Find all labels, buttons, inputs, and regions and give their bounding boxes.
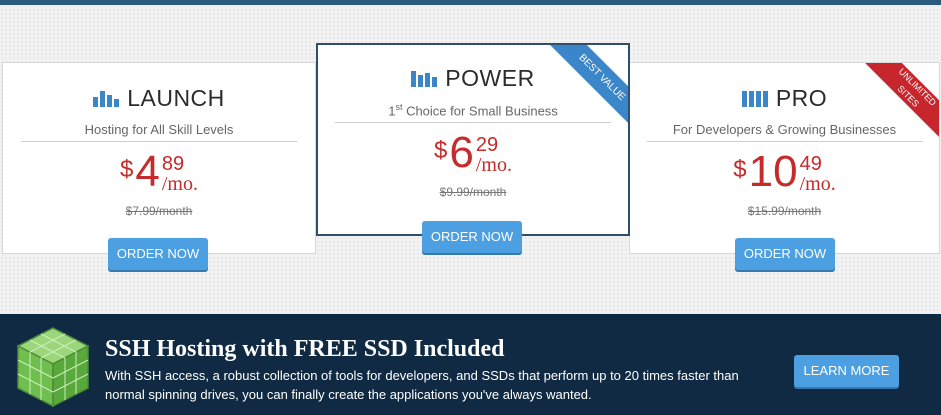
divider — [646, 141, 923, 142]
price: $ 6 29 /mo. — [318, 128, 628, 178]
price-currency: $ — [434, 137, 448, 165]
plan-card-power: POWER 1st Choice for Small Business $ 6 … — [316, 43, 630, 236]
old-price: $9.99/month — [439, 185, 507, 200]
plan-card-launch: LAUNCH Hosting for All Skill Levels $ 4 … — [2, 62, 316, 254]
price-whole: 10 — [748, 147, 798, 196]
price-period: /mo. — [475, 154, 512, 177]
plan-name: PRO — [775, 85, 828, 111]
price-period: /mo. — [799, 173, 836, 195]
bar-chart-icon — [411, 70, 438, 87]
order-now-button-pro[interactable]: ORDER NOW — [735, 238, 835, 270]
plan-card-pro: PRO For Developers & Growing Businesses … — [629, 62, 940, 254]
cube-icon — [16, 327, 90, 408]
banner-title: SSH Hosting with FREE SSD Included — [105, 336, 505, 362]
banner-description: With SSH access, a robust collection of … — [105, 368, 739, 402]
order-now-button-launch[interactable]: ORDER NOW — [108, 238, 208, 270]
bar-chart-icon — [741, 90, 768, 107]
plan-subtitle: Hosting for All Skill Levels — [84, 122, 234, 137]
price: $ 10 49 /mo. — [630, 147, 939, 196]
divider — [21, 141, 297, 142]
plan-header: LAUNCH — [3, 85, 315, 112]
price: $ 4 89 /mo. — [3, 147, 315, 196]
price-currency: $ — [733, 156, 747, 183]
plan-subtitle: 1st Choice for Small Business — [388, 102, 558, 119]
ssh-hosting-banner: SSH Hosting with FREE SSD Included With … — [0, 314, 941, 415]
plan-name: POWER — [445, 65, 535, 91]
price-whole: 4 — [135, 147, 160, 196]
bar-chart-icon — [93, 90, 120, 107]
price-whole: 6 — [449, 128, 474, 178]
divider — [335, 122, 611, 124]
old-price: $7.99/month — [125, 204, 193, 218]
top-bar — [0, 0, 941, 5]
order-now-button-power[interactable]: ORDER NOW — [422, 221, 522, 253]
old-price: $15.99/month — [747, 204, 822, 218]
price-cents: 49 — [799, 153, 822, 175]
price-currency: $ — [120, 156, 134, 183]
learn-more-button[interactable]: LEARN MORE — [794, 355, 899, 387]
price-cents: 89 — [161, 153, 185, 175]
plan-subtitle: For Developers & Growing Businesses — [672, 122, 897, 137]
plan-name: LAUNCH — [127, 85, 225, 111]
price-cents: 29 — [475, 134, 499, 157]
price-period: /mo. — [161, 173, 198, 195]
